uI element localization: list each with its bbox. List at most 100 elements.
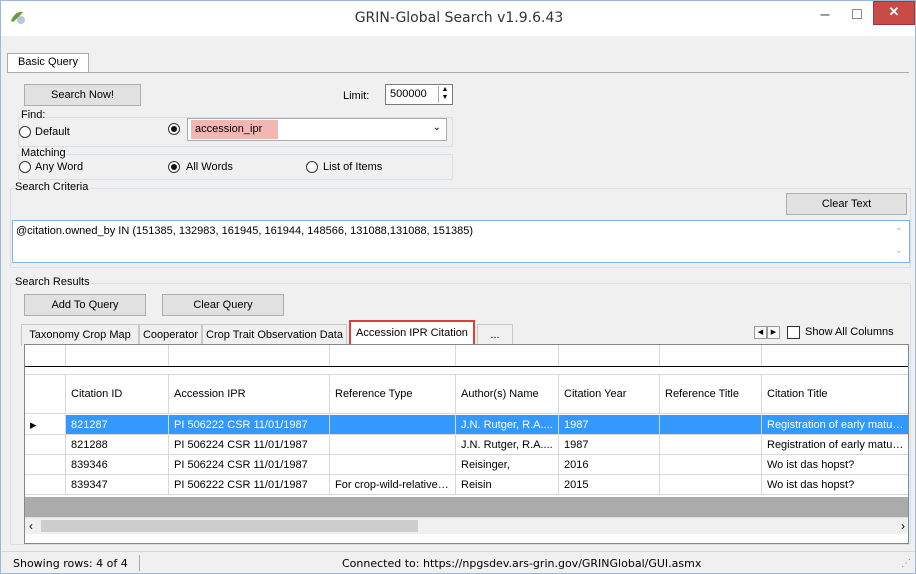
search-now-button[interactable]: Search Now! (24, 84, 141, 106)
find-dataview-radio[interactable] (168, 123, 180, 135)
table-cell[interactable] (660, 475, 762, 494)
matching-all-label: All Words (186, 161, 233, 173)
scroll-down-icon[interactable]: ⌄ (895, 245, 903, 256)
tab-page-border (7, 72, 909, 73)
criteria-text: @citation.owned_by IN (151385, 132983, 1… (16, 225, 474, 237)
table-cell[interactable] (330, 435, 456, 454)
row-header[interactable] (25, 435, 66, 454)
table-cell[interactable]: 1987 (559, 435, 660, 454)
table-cell[interactable]: 821288 (66, 435, 169, 454)
tab-taxonomy-crop-map[interactable]: Taxonomy Crop Map (21, 324, 139, 346)
tab-crop-trait-observation[interactable]: Crop Trait Observation Data (202, 324, 347, 346)
table-cell[interactable]: 839347 (66, 475, 169, 494)
table-cell[interactable]: J.N. Rutger, R.A.... (456, 415, 559, 434)
filter-row (25, 345, 908, 367)
table-cell[interactable] (660, 435, 762, 454)
table-row[interactable]: 839347 PI 506222 CSR 11/01/1987 For crop-w… (25, 475, 908, 495)
window-title: GRIN-Global Search v1.9.6.43 (354, 10, 564, 26)
matching-all-radio[interactable] (168, 161, 180, 173)
column-header[interactable]: Citation ID (66, 375, 169, 413)
scroll-thumb[interactable] (41, 520, 418, 532)
scroll-up-icon[interactable]: ⌃ (895, 227, 903, 238)
status-rows: Showing rows: 4 of 4 (13, 557, 128, 570)
table-cell[interactable] (660, 415, 762, 434)
table-row[interactable]: 839346 PI 506224 CSR 11/01/1987 Reisinger,… (25, 455, 908, 475)
criteria-textarea[interactable]: @citation.owned_by IN (151385, 132983, 1… (12, 220, 910, 263)
filter-cell[interactable] (456, 345, 559, 366)
table-cell[interactable] (660, 455, 762, 474)
results-grid[interactable]: Citation ID Accession IPR Reference Type Au… (24, 344, 909, 544)
column-header[interactable]: Author(s) Name (456, 375, 559, 413)
table-cell[interactable]: 1987 (559, 415, 660, 434)
tab-more[interactable]: ... (477, 324, 513, 346)
scroll-left-icon[interactable]: ‹ (29, 519, 33, 533)
matching-list-label: List of Items (323, 161, 383, 173)
find-legend: Find: (20, 109, 47, 121)
column-header[interactable]: Citation Year (559, 375, 660, 413)
close-button[interactable]: ✕ (873, 1, 915, 25)
row-header[interactable] (25, 455, 66, 474)
table-cell[interactable] (330, 415, 456, 434)
show-all-columns-label: Show All Columns (805, 326, 894, 338)
table-cell[interactable]: PI 506222 CSR 11/01/1987 (169, 475, 330, 494)
matching-any-radio[interactable] (19, 161, 31, 173)
column-header[interactable]: Reference Type (330, 375, 456, 413)
tab-basic-query[interactable]: Basic Query (7, 53, 89, 73)
table-cell[interactable] (330, 455, 456, 474)
table-cell[interactable]: Reisin (456, 475, 559, 494)
table-cell[interactable]: Wo ist das hopst? (762, 475, 908, 494)
dataview-value: accession_ipr (195, 123, 263, 135)
filter-cell[interactable] (559, 345, 660, 366)
clear-text-button[interactable]: Clear Text (786, 193, 907, 215)
table-cell[interactable]: 2015 (559, 475, 660, 494)
chevron-down-icon[interactable]: ⌄ (433, 122, 441, 133)
maximize-button[interactable]: □ (845, 5, 869, 27)
table-cell[interactable]: 821287 (66, 415, 169, 434)
status-divider (139, 555, 140, 571)
tab-cooperator[interactable]: Cooperator (139, 324, 202, 346)
scroll-right-icon[interactable]: › (901, 519, 905, 533)
add-to-query-button[interactable]: Add To Query (24, 294, 146, 316)
matching-list-radio[interactable] (306, 161, 318, 173)
column-header[interactable]: Citation Title (762, 375, 908, 413)
table-cell[interactable]: 2016 (559, 455, 660, 474)
limit-label: Limit: (343, 90, 370, 102)
table-row[interactable]: ▸ 821287 PI 506222 CSR 11/01/1987 J.N. Rutg… (25, 415, 908, 435)
dataview-select[interactable]: accession_ipr ⌄ (187, 118, 447, 141)
table-cell[interactable]: 839346 (66, 455, 169, 474)
clear-query-button[interactable]: Clear Query (162, 294, 284, 316)
row-header[interactable] (25, 475, 66, 494)
minimize-button[interactable]: – (813, 5, 837, 27)
filter-cell[interactable] (66, 345, 169, 366)
table-cell[interactable]: J.N. Rutger, R.A.... (456, 435, 559, 454)
resize-grip-icon[interactable]: ⋰ (901, 558, 911, 569)
table-cell[interactable]: Registration of early maturing... (762, 415, 908, 434)
find-default-label: Default (35, 126, 70, 138)
stepper-arrows-icon[interactable]: ▲ ▼ (438, 86, 451, 103)
table-row[interactable]: 821288 PI 506224 CSR 11/01/1987 J.N. Rutge… (25, 435, 908, 455)
table-cell[interactable]: PI 506224 CSR 11/01/1987 (169, 455, 330, 474)
grid-gray-area (25, 497, 908, 517)
show-all-columns-checkbox[interactable] (787, 326, 800, 339)
table-cell[interactable]: Registration of early maturing... (762, 435, 908, 454)
column-header[interactable]: Accession IPR (169, 375, 330, 413)
find-default-radio[interactable] (19, 126, 31, 138)
limit-value: 500000 (390, 88, 427, 100)
column-header[interactable]: Reference Title (660, 375, 762, 413)
status-connection: Connected to: https://npgsdev.ars-grin.g… (342, 557, 702, 570)
table-cell[interactable]: Reisinger, (456, 455, 559, 474)
table-cell[interactable]: PI 506224 CSR 11/01/1987 (169, 435, 330, 454)
table-cell[interactable]: PI 506222 CSR 11/01/1987 (169, 415, 330, 434)
tab-scroll-right-button[interactable]: ▶ (767, 326, 780, 339)
filter-cell[interactable] (169, 345, 330, 366)
table-cell[interactable]: Wo ist das hopst? (762, 455, 908, 474)
tab-accession-ipr-citation[interactable]: Accession IPR Citation (349, 320, 475, 346)
filter-cell[interactable] (762, 345, 908, 366)
row-selector-icon[interactable]: ▸ (25, 415, 66, 434)
filter-cell[interactable] (660, 345, 762, 366)
limit-stepper[interactable]: 500000 ▲ ▼ (385, 84, 453, 105)
table-cell[interactable]: For crop-wild-relative r... (330, 475, 456, 494)
tab-scroll-left-button[interactable]: ◀ (754, 326, 767, 339)
filter-cell[interactable] (330, 345, 456, 366)
horizontal-scrollbar[interactable]: ‹ › (25, 517, 908, 534)
